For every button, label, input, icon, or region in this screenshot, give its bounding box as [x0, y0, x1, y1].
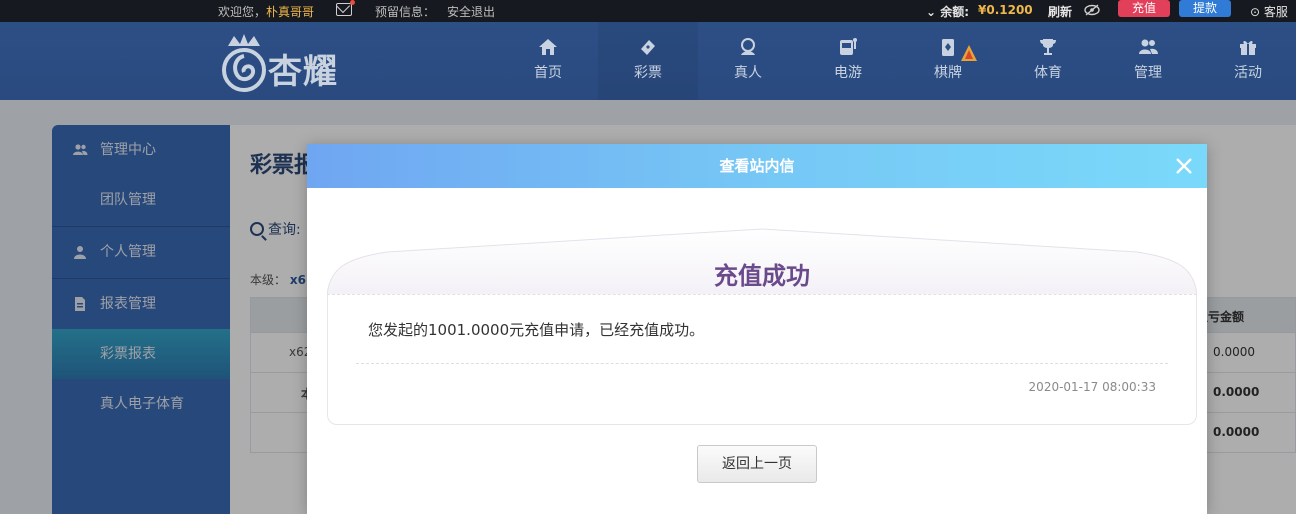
customer-service-link[interactable]: ⊙ 客服 — [1250, 3, 1288, 20]
ticket-icon — [641, 40, 655, 55]
back-button[interactable]: 返回上一页 — [697, 445, 817, 483]
message-title: 充值成功 — [714, 262, 810, 290]
nav-label: 体育 — [1034, 65, 1062, 81]
users-icon — [1139, 39, 1158, 54]
nav-label: 电游 — [834, 65, 862, 81]
message-body: 您发起的1001.0000元充值申请，已经充值成功。 — [368, 321, 705, 339]
withdraw-button[interactable]: 提款 — [1179, 0, 1231, 17]
nav-label: 首页 — [534, 65, 562, 81]
gift-icon — [1240, 40, 1256, 55]
recharge-button[interactable]: 充值 — [1118, 0, 1170, 17]
message-letter: 充值成功 您发起的1001.0000元充值申请，已经充值成功。 2020-01-… — [327, 228, 1197, 425]
nav-sports[interactable]: 体育 — [998, 22, 1098, 100]
home-icon — [539, 39, 557, 55]
divider — [356, 363, 1168, 364]
nav-label: 彩票 — [634, 65, 662, 81]
chat-icon: ⊙ — [1250, 5, 1261, 19]
logout-link[interactable]: 安全退出 — [447, 5, 495, 19]
nav-lottery[interactable]: 彩票 — [598, 22, 698, 100]
nav-events[interactable]: 活动 — [1198, 22, 1296, 100]
trophy-icon — [1040, 39, 1056, 55]
hot-badge-icon — [961, 45, 977, 61]
message-timestamp: 2020-01-17 08:00:33 — [1028, 380, 1156, 394]
top-bar: 欢迎您，朴真哥哥 预留信息： 安全退出 ⌄ 余额: ¥0.1200 刷新 充值 提… — [0, 0, 1296, 22]
nav-slots[interactable]: 电游 — [798, 22, 898, 100]
nav-label: 活动 — [1234, 65, 1262, 81]
message-body-card: 您发起的1001.0000元充值申请，已经充值成功。 2020-01-17 08… — [327, 294, 1197, 425]
nav-manage[interactable]: 管理 — [1098, 22, 1198, 100]
welcome-prefix: 欢迎您， — [218, 5, 267, 19]
crown-crest-icon — [222, 34, 266, 92]
balance-label[interactable]: ⌄ 余额: — [926, 3, 969, 20]
brand-logo[interactable]: 杏耀 — [218, 30, 368, 96]
reserved-info: 预留信息： 安全退出 — [375, 3, 495, 20]
welcome-text: 欢迎您，朴真哥哥 — [218, 3, 314, 20]
username-link[interactable]: 朴真哥哥 — [266, 5, 314, 19]
unread-dot — [350, 0, 355, 5]
nav-label: 管理 — [1134, 65, 1162, 81]
refresh-button[interactable]: 刷新 — [1048, 3, 1072, 20]
nav-home[interactable]: 首页 — [498, 22, 598, 100]
nav-cards[interactable]: 棋牌 — [898, 22, 998, 100]
live-dealer-icon — [741, 38, 755, 55]
eye-off-icon[interactable] — [1084, 4, 1100, 19]
slot-machine-icon — [840, 38, 857, 55]
brand-name: 杏耀 — [268, 52, 338, 92]
balance-value: ¥0.1200 — [978, 3, 1033, 17]
main-header: 杏耀 首页 彩票 真人 电游 棋牌 体育 管理 活动 — [0, 22, 1296, 100]
nav-label: 真人 — [734, 65, 762, 81]
message-modal: 查看站内信 充值成功 您发起的1001.0000元充值申请，已经充值成功。 20… — [307, 144, 1207, 514]
modal-title: 查看站内信 — [719, 157, 795, 175]
close-icon[interactable] — [1173, 155, 1195, 177]
mail-icon[interactable] — [336, 0, 355, 16]
nav-live[interactable]: 真人 — [698, 22, 798, 100]
card-game-icon — [942, 39, 954, 56]
nav-label: 棋牌 — [934, 65, 962, 81]
reserved-label: 预留信息： — [375, 5, 436, 19]
